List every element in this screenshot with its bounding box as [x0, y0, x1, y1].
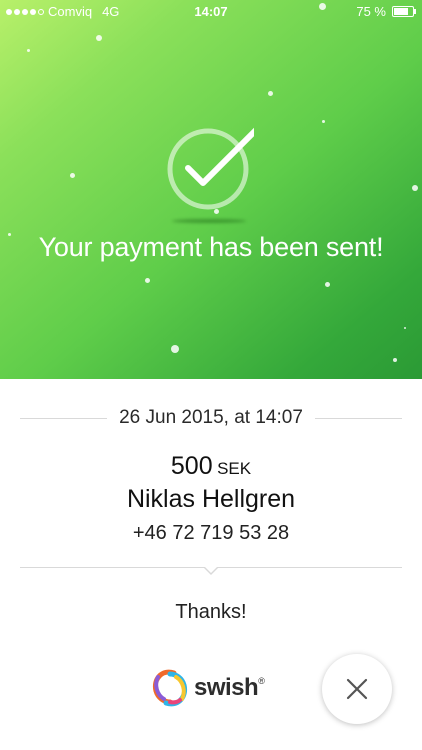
divider: [314, 417, 403, 419]
status-bar: Comviq 4G 14:07 75 %: [0, 0, 422, 22]
checkmark-circle-icon: [164, 124, 259, 214]
snowflake-decoration: [96, 35, 102, 41]
status-right: 75 %: [356, 4, 416, 19]
payment-sent-title: Your payment has been sent!: [38, 232, 384, 262]
snowflake-decoration: [322, 120, 325, 123]
snowflake-decoration: [393, 358, 397, 362]
divider-notch-inner: [204, 566, 218, 573]
snowflake-decoration: [171, 345, 179, 353]
success-header: Comviq 4G 14:07 75 % Your payment has be…: [0, 0, 422, 379]
recipient-name: Niklas Hellgren: [126, 485, 296, 513]
swish-logo: swish®: [152, 669, 265, 707]
snowflake-decoration: [27, 49, 30, 52]
close-icon: [346, 678, 368, 700]
snowflake-decoration: [145, 278, 150, 283]
amount-value: 500: [170, 452, 213, 480]
snowflake-decoration: [325, 282, 330, 287]
payment-date: 26 Jun 2015, at 14:07: [119, 407, 303, 428]
swish-wordmark: swish®: [194, 674, 265, 701]
payment-amount: 500 SEK: [0, 452, 422, 481]
snowflake-decoration: [268, 91, 273, 96]
amount-currency: SEK: [217, 459, 252, 478]
snowflake-decoration: [412, 185, 418, 191]
payment-date-row: 26 Jun 2015, at 14:07: [20, 406, 403, 430]
payment-message: Thanks!: [175, 601, 247, 623]
close-button[interactable]: [322, 654, 392, 724]
battery-icon: [392, 6, 416, 17]
battery-percent: 75 %: [356, 4, 386, 19]
recipient-phone: +46 72 719 53 28: [132, 522, 290, 544]
swish-logo-icon: [152, 669, 188, 707]
divider: [20, 417, 108, 419]
snowflake-decoration: [70, 173, 75, 178]
snowflake-decoration: [319, 3, 326, 10]
snowflake-decoration: [404, 327, 406, 329]
checkmark-shadow: [172, 219, 246, 223]
